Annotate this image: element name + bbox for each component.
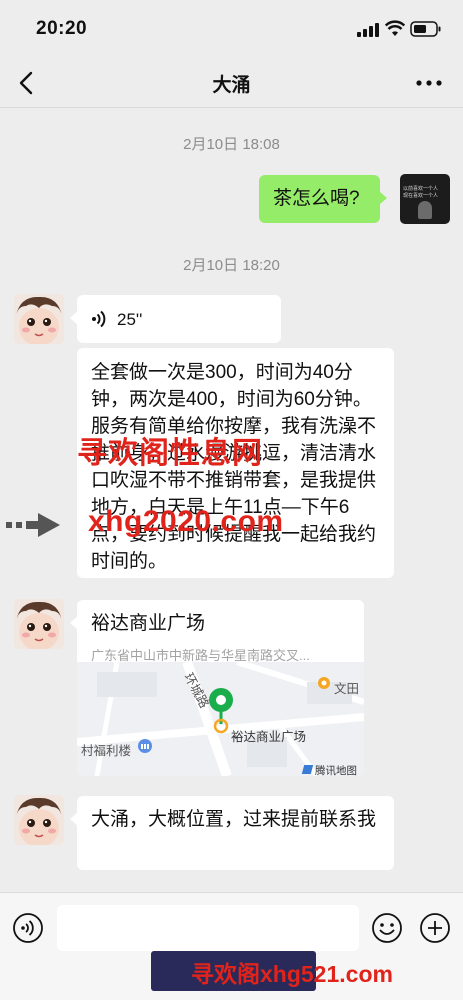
plus-icon[interactable] bbox=[419, 912, 451, 944]
voice-message[interactable]: 25'' bbox=[70, 295, 281, 343]
map-marker-label: 裕达商业广场 bbox=[231, 730, 307, 744]
map-provider-label: 腾讯地图 bbox=[301, 758, 357, 776]
map-poi-label: 文田 bbox=[334, 682, 360, 696]
message-text: 茶怎么喝? bbox=[273, 188, 360, 209]
map-poi-label: 村福利楼 bbox=[81, 744, 132, 758]
contact-avatar[interactable] bbox=[14, 294, 64, 344]
bottom-watermark: 寻欢阁xhg521.com bbox=[191, 961, 393, 987]
contact-avatar[interactable] bbox=[14, 599, 64, 649]
chat-title: 大涌 bbox=[212, 75, 251, 96]
message-input[interactable] bbox=[57, 905, 359, 951]
watermark-url: xhg2020.com bbox=[88, 505, 284, 538]
emoji-icon[interactable] bbox=[371, 912, 403, 944]
contact-avatar[interactable] bbox=[14, 795, 64, 845]
signal-icon bbox=[357, 23, 379, 37]
location-name: 裕达商业广场 bbox=[91, 613, 206, 634]
voice-input-icon[interactable] bbox=[12, 912, 44, 944]
voice-duration: 25'' bbox=[117, 310, 143, 329]
status-bar: 20:20 bbox=[0, 0, 463, 58]
battery-icon bbox=[410, 21, 441, 37]
my-avatar[interactable]: 以前喜欢一个人 现在喜欢一个人 bbox=[400, 174, 450, 224]
bank-icon bbox=[138, 739, 152, 753]
timestamp: 2月10日 18:20 bbox=[183, 257, 280, 274]
timestamp: 2月10日 18:08 bbox=[183, 136, 280, 153]
map-preview[interactable]: 环城路 文田 村福利楼 裕达商业广场 腾讯地图 bbox=[77, 662, 364, 776]
arrow-watermark-icon bbox=[6, 513, 60, 537]
watermark-text: 寻欢阁性息网 bbox=[77, 437, 263, 470]
more-icon[interactable] bbox=[414, 70, 444, 96]
received-message-bubble[interactable]: 大涌，大概位置，过来提前联系我 bbox=[70, 796, 394, 870]
location-card[interactable]: 裕达商业广场 广东省中山市中新路与华星南路交叉... 环城路 文田 村福利楼 裕… bbox=[70, 600, 364, 776]
wifi-icon bbox=[385, 20, 405, 36]
status-time: 20:20 bbox=[36, 18, 88, 39]
chat-header: 大涌 bbox=[0, 58, 463, 108]
voice-wave-icon bbox=[92, 310, 106, 328]
message-text: 大涌，大概位置，过来提前联系我 bbox=[91, 809, 377, 830]
avatar-caption: 以前喜欢一个人 现在喜欢一个人 bbox=[403, 186, 439, 199]
sent-message-bubble[interactable]: 茶怎么喝? bbox=[259, 175, 387, 223]
poi-icon bbox=[318, 677, 330, 689]
